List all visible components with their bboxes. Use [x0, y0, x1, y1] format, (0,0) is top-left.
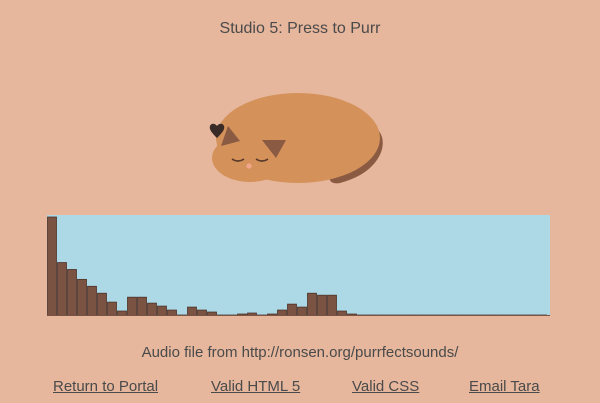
return-to-portal-link[interactable]: Return to Portal: [53, 378, 158, 395]
email-tara-link[interactable]: Email Tara: [469, 378, 540, 395]
page-title: Studio 5: Press to Purr: [219, 20, 381, 37]
visualizer-bar: [47, 216, 57, 316]
audio-visualizer: [47, 215, 550, 316]
visualizer-bar: [107, 301, 117, 316]
visualizer-bar: [137, 296, 147, 316]
visualizer-bar: [97, 292, 107, 316]
visualizer-bar: [297, 306, 307, 316]
visualizer-bar: [127, 296, 137, 316]
valid-html5-link[interactable]: Valid HTML 5: [211, 378, 300, 395]
visualizer-bar: [157, 305, 167, 316]
visualizer-bar: [67, 269, 77, 316]
valid-css-link[interactable]: Valid CSS: [352, 378, 419, 395]
visualizer-bar: [317, 294, 327, 316]
cat-purr-button[interactable]: [200, 88, 400, 188]
visualizer-bar: [327, 294, 337, 316]
visualizer-bar: [187, 306, 197, 316]
visualizer-bar: [287, 303, 297, 316]
visualizer-bar: [307, 292, 317, 316]
sleeping-cat-icon: [212, 93, 383, 184]
audio-credit: Audio file from http://ronsen.org/purrfe…: [141, 344, 459, 361]
footer-nav: Return to Portal Valid HTML 5 Valid CSS …: [0, 378, 600, 398]
visualizer-bar: [147, 302, 157, 316]
page: Studio 5: Press to Purr Audio file from …: [0, 0, 600, 403]
visualizer-bar: [87, 285, 97, 316]
visualizer-bar: [57, 262, 67, 316]
visualizer-bar: [77, 278, 87, 316]
